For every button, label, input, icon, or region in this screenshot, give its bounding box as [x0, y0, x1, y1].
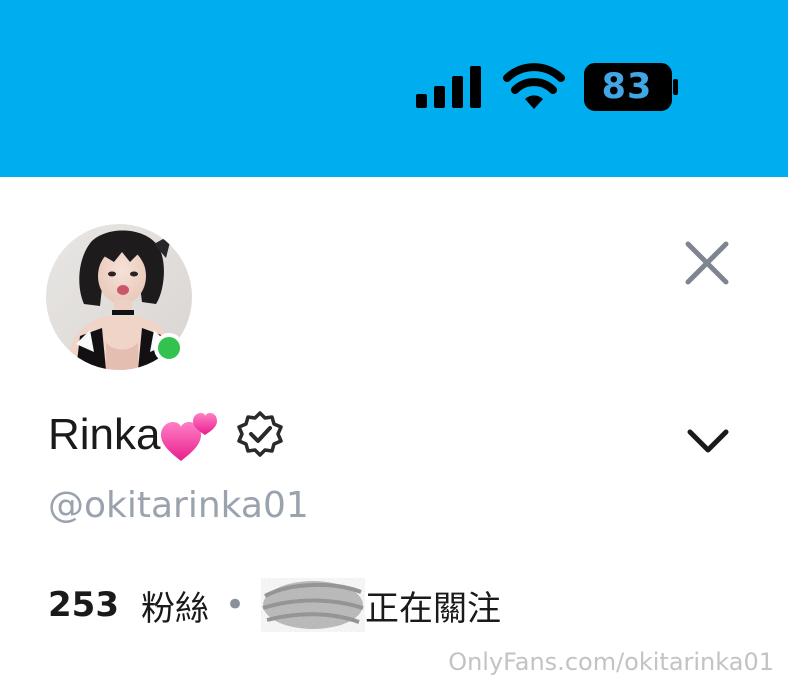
following-label[interactable]: 正在關注: [365, 581, 501, 630]
chevron-down-icon[interactable]: [684, 424, 732, 460]
battery-level: 83: [601, 67, 653, 107]
following-count-redacted[interactable]: [261, 578, 366, 632]
close-icon[interactable]: [680, 236, 734, 290]
fans-count: 253: [48, 585, 119, 625]
wifi-icon: [503, 63, 565, 109]
profile-stats: 253 粉絲 • 正在關注: [48, 578, 501, 632]
fans-label: 粉絲: [140, 588, 209, 629]
redaction-scribble: [261, 578, 366, 632]
online-status-dot: [154, 333, 184, 363]
username-handle: @okitarinka01: [48, 485, 309, 526]
signal-bars-icon: [416, 66, 481, 108]
name-row: Rinka: [48, 402, 285, 468]
status-bar: 83: [0, 0, 788, 177]
watermark: OnlyFans.com/okitarinka01: [448, 648, 774, 676]
stats-separator: •: [224, 585, 246, 625]
two-hearts-icon: [160, 413, 217, 461]
verified-badge-icon: [236, 411, 283, 457]
display-name: Rinka: [48, 410, 161, 459]
